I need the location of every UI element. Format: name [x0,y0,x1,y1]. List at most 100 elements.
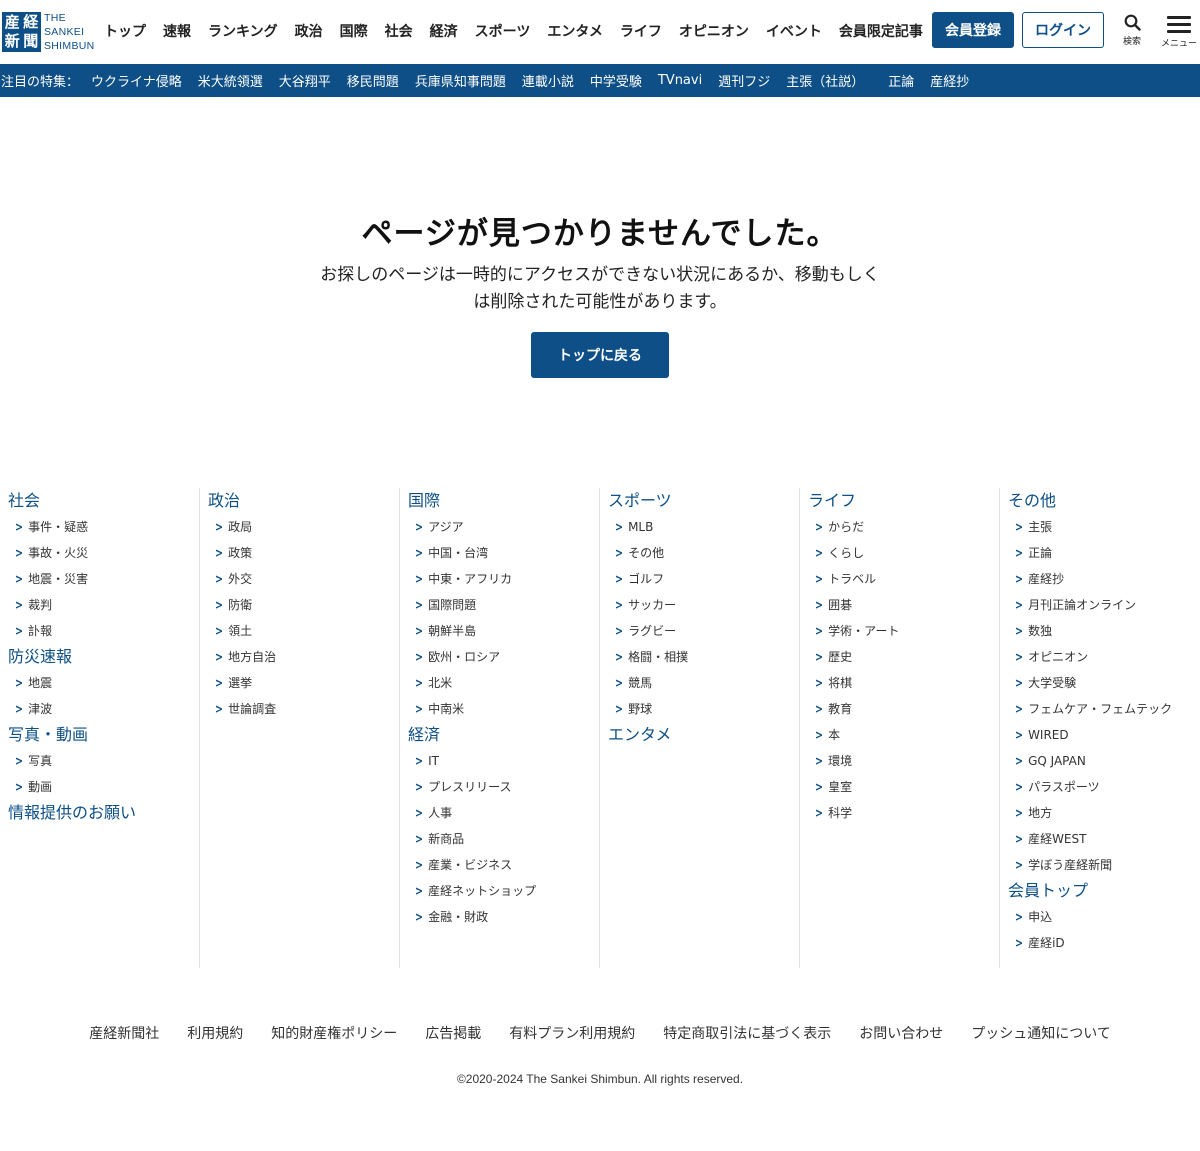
sitemap-category-link[interactable]: ライフ [808,488,999,514]
sitemap-sub-link[interactable]: > 産経ネットショップ [408,878,599,904]
sitemap-sub-link[interactable]: > 事故・火災 [8,540,199,566]
sitemap-category-link[interactable]: 国際 [408,488,599,514]
sitemap-sub-link[interactable]: > 競馬 [608,670,799,696]
sitemap-sub-link[interactable]: > プレスリリース [408,774,599,800]
nav-item[interactable]: ランキング [208,22,278,42]
sitemap-sub-link[interactable]: > 人事 [408,800,599,826]
sitemap-sub-link[interactable]: > 領土 [208,618,399,644]
sitemap-sub-link[interactable]: > 正論 [1008,540,1200,566]
sitemap-sub-link[interactable]: > からだ [808,514,999,540]
sitemap-sub-link[interactable]: > 政策 [208,540,399,566]
sitemap-sub-link[interactable]: > 津波 [8,696,199,722]
nav-item[interactable]: 国際 [340,22,368,42]
sitemap-category-link[interactable]: エンタメ [608,722,799,748]
featured-topic-link[interactable]: 主張（社説） [786,71,864,90]
nav-item[interactable]: 経済 [430,22,458,42]
sitemap-sub-link[interactable]: > 金融・財政 [408,904,599,930]
nav-item[interactable]: 速報 [163,22,191,42]
sitemap-category-link[interactable]: スポーツ [608,488,799,514]
sitemap-sub-link[interactable]: > 産経抄 [1008,566,1200,592]
featured-topic-link[interactable]: ウクライナ侵略 [91,71,182,90]
sitemap-sub-link[interactable]: > アジア [408,514,599,540]
featured-topic-link[interactable]: 連載小説 [522,71,574,90]
sitemap-sub-link[interactable]: > 歴史 [808,644,999,670]
sitemap-sub-link[interactable]: > くらし [808,540,999,566]
nav-item[interactable]: 会員限定記事 [839,22,923,42]
sitemap-sub-link[interactable]: > 学ぼう産経新聞 [1008,852,1200,878]
sitemap-sub-link[interactable]: > サッカー [608,592,799,618]
sitemap-category-link[interactable]: 写真・動画 [8,722,199,748]
footer-link[interactable]: 広告掲載 [425,1024,481,1044]
sitemap-sub-link[interactable]: > パラスポーツ [1008,774,1200,800]
sitemap-sub-link[interactable]: > 月刊正論オンライン [1008,592,1200,618]
sitemap-sub-link[interactable]: > トラベル [808,566,999,592]
featured-topic-link[interactable]: 移民問題 [347,71,399,90]
sitemap-sub-link[interactable]: > 野球 [608,696,799,722]
sitemap-sub-link[interactable]: > ラグビー [608,618,799,644]
sitemap-sub-link[interactable]: > オピニオン [1008,644,1200,670]
sitemap-sub-link[interactable]: > 中国・台湾 [408,540,599,566]
nav-item[interactable]: スポーツ [475,22,531,42]
search-button[interactable]: 検索 [1116,14,1148,54]
nav-item[interactable]: イベント [766,22,822,42]
nav-item[interactable]: 政治 [295,22,323,42]
sitemap-sub-link[interactable]: > 政局 [208,514,399,540]
sitemap-sub-link[interactable]: > GQ JAPAN [1008,748,1200,774]
sitemap-category-link[interactable]: 社会 [8,488,199,514]
sitemap-sub-link[interactable]: > 訃報 [8,618,199,644]
featured-topic-link[interactable]: TVnavi [658,73,702,88]
footer-link[interactable]: お問い合わせ [859,1024,943,1044]
featured-topic-link[interactable]: 週刊フジ [718,71,770,90]
sitemap-sub-link[interactable]: > 環境 [808,748,999,774]
site-logo[interactable]: 産 経 新 聞 THE SANKEI SHIMBUN [2,10,95,54]
sitemap-sub-link[interactable]: > 科学 [808,800,999,826]
sitemap-sub-link[interactable]: > IT [408,748,599,774]
sitemap-sub-link[interactable]: > 産業・ビジネス [408,852,599,878]
sitemap-sub-link[interactable]: > 北米 [408,670,599,696]
sitemap-sub-link[interactable]: > 動画 [8,774,199,800]
footer-link[interactable]: 特定商取引法に基づく表示 [663,1024,831,1044]
sitemap-sub-link[interactable]: > 本 [808,722,999,748]
sitemap-category-link[interactable]: 防災速報 [8,644,199,670]
featured-topic-link[interactable]: 大谷翔平 [279,71,331,90]
sitemap-sub-link[interactable]: > 世論調査 [208,696,399,722]
sitemap-sub-link[interactable]: > 学術・アート [808,618,999,644]
sitemap-sub-link[interactable]: > 大学受験 [1008,670,1200,696]
sitemap-sub-link[interactable]: > 将棋 [808,670,999,696]
sitemap-sub-link[interactable]: > 地震・災害 [8,566,199,592]
featured-topic-link[interactable]: 米大統領選 [198,71,263,90]
sitemap-sub-link[interactable]: > 防衛 [208,592,399,618]
sitemap-category-link[interactable]: 政治 [208,488,399,514]
sitemap-sub-link[interactable]: > 裁判 [8,592,199,618]
sitemap-sub-link[interactable]: > 教育 [808,696,999,722]
sitemap-sub-link[interactable]: > 産経iD [1008,930,1200,956]
sitemap-category-link[interactable]: 経済 [408,722,599,748]
sitemap-category-link[interactable]: 会員トップ [1008,878,1200,904]
sitemap-sub-link[interactable]: > 申込 [1008,904,1200,930]
menu-button[interactable]: メニュー [1158,14,1200,54]
sitemap-sub-link[interactable]: > 数独 [1008,618,1200,644]
nav-item[interactable]: エンタメ [547,22,603,42]
featured-topic-link[interactable]: 中学受験 [590,71,642,90]
sitemap-sub-link[interactable]: > 新商品 [408,826,599,852]
sitemap-sub-link[interactable]: > WIRED [1008,722,1200,748]
back-to-top-button[interactable]: トップに戻る [531,332,669,378]
footer-link[interactable]: プッシュ通知について [971,1024,1111,1044]
nav-item[interactable]: 社会 [385,22,413,42]
sitemap-sub-link[interactable]: > 地震 [8,670,199,696]
nav-item[interactable]: トップ [104,22,146,42]
sitemap-sub-link[interactable]: > 朝鮮半島 [408,618,599,644]
sitemap-sub-link[interactable]: > 主張 [1008,514,1200,540]
login-button[interactable]: ログイン [1022,12,1104,48]
sitemap-sub-link[interactable]: > 地方自治 [208,644,399,670]
sitemap-sub-link[interactable]: > MLB [608,514,799,540]
footer-link[interactable]: 知的財産権ポリシー [271,1024,397,1044]
sitemap-sub-link[interactable]: > 外交 [208,566,399,592]
sitemap-sub-link[interactable]: > 中南米 [408,696,599,722]
nav-item[interactable]: ライフ [620,22,662,42]
featured-topic-link[interactable]: 正論 [888,71,914,90]
featured-topic-link[interactable]: 産経抄 [930,71,969,90]
sitemap-category-link[interactable]: 情報提供のお願い [8,800,199,826]
sitemap-sub-link[interactable]: > 国際問題 [408,592,599,618]
sitemap-sub-link[interactable]: > 格闘・相撲 [608,644,799,670]
